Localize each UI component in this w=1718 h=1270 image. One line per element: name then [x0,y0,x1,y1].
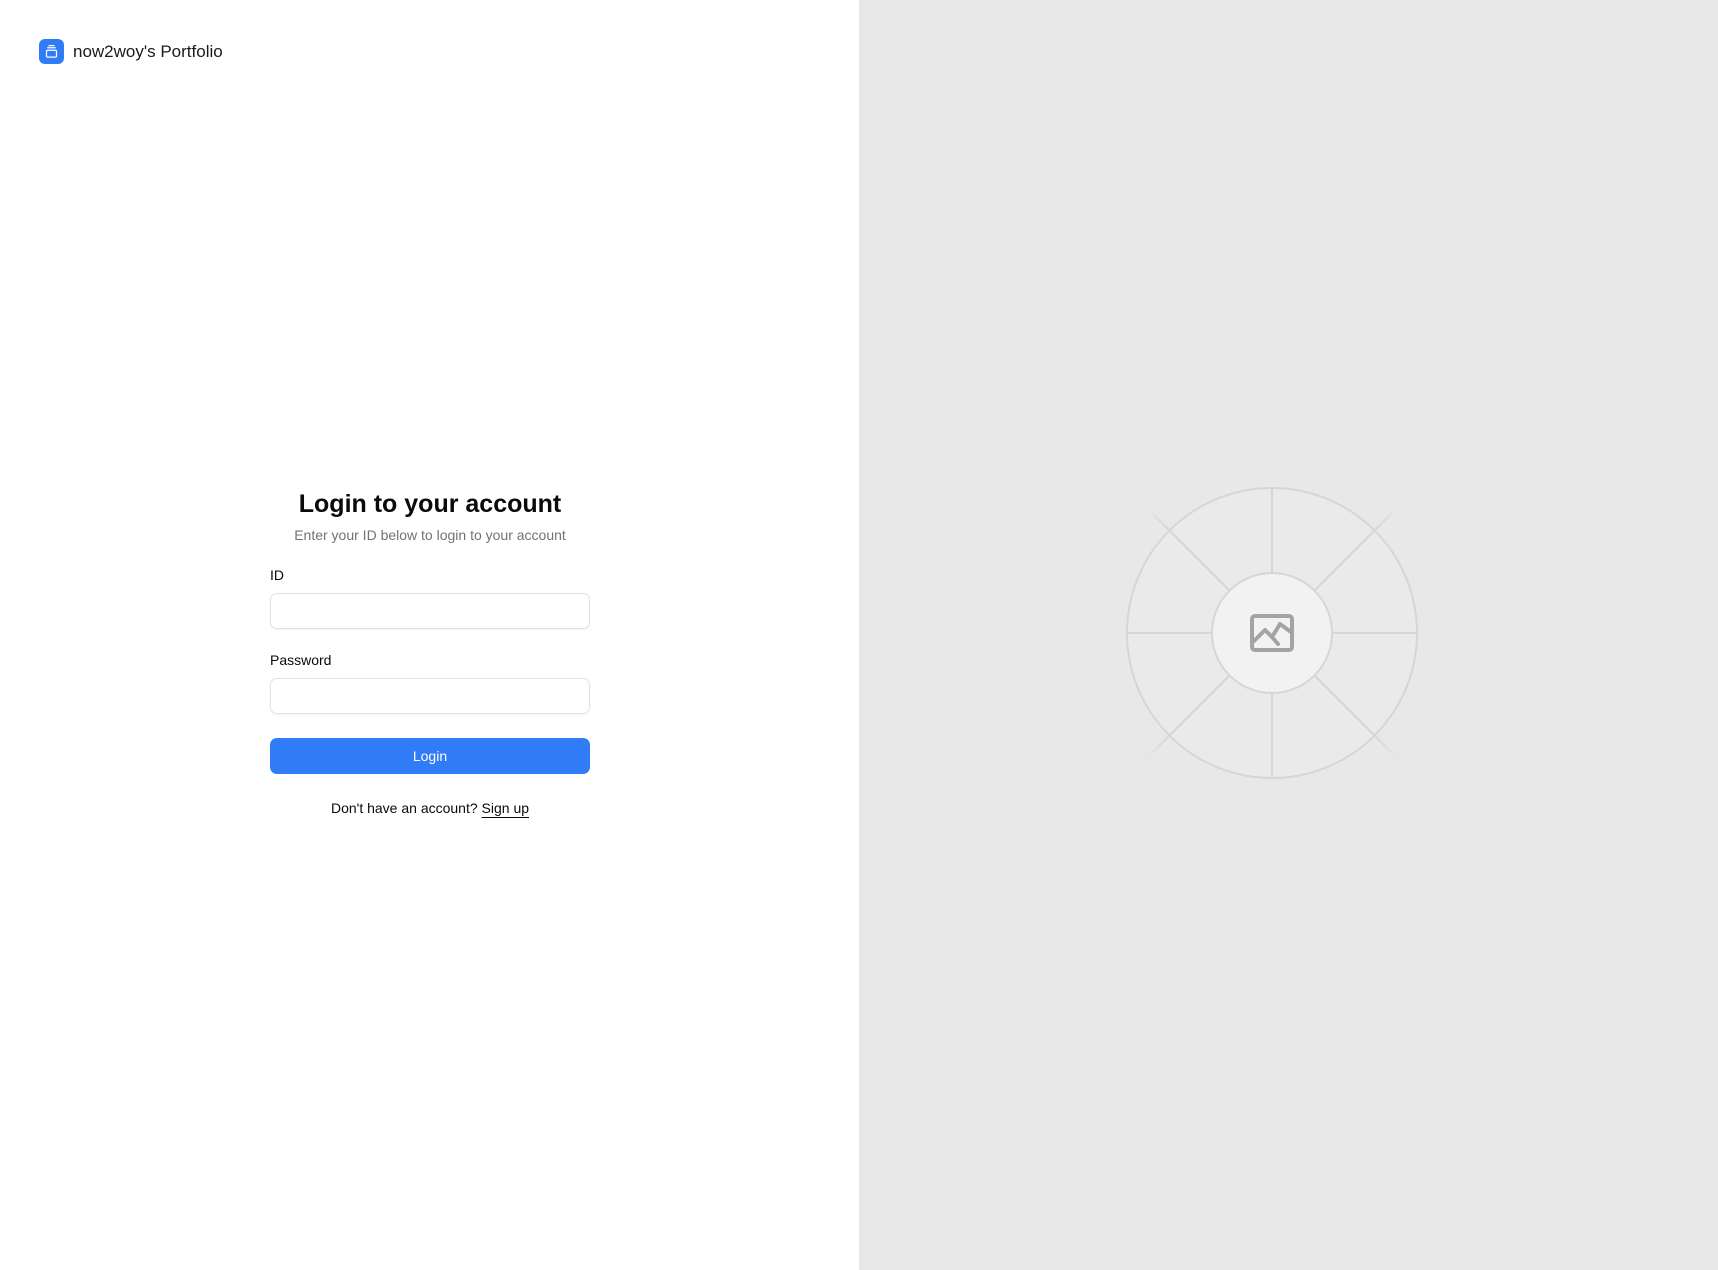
gallery-stack-icon [39,39,64,64]
signup-row: Don't have an account? Sign up [270,800,590,816]
password-input[interactable] [270,678,590,714]
image-placeholder-graphic [1072,433,1472,833]
signup-prompt: Don't have an account? [330,800,478,816]
page-title: Login to your account [298,490,562,518]
brand-name: now2woy's Portfolio [73,41,223,61]
login-pane: now2woy's Portfolio Login to your accoun… [0,0,859,1270]
login-page: now2woy's Portfolio Login to your accoun… [0,0,1718,1270]
brand-link[interactable]: now2woy's Portfolio [39,39,223,64]
password-label: Password [270,652,332,668]
id-input[interactable] [270,593,590,629]
page-subtitle: Enter your ID below to login to your acc… [294,527,566,543]
login-form: Login to your account Enter your ID belo… [270,488,590,816]
signup-link[interactable]: Sign up [482,800,529,816]
id-label: ID [270,567,284,583]
image-panel [859,0,1718,1270]
login-button[interactable]: Login [270,738,590,774]
